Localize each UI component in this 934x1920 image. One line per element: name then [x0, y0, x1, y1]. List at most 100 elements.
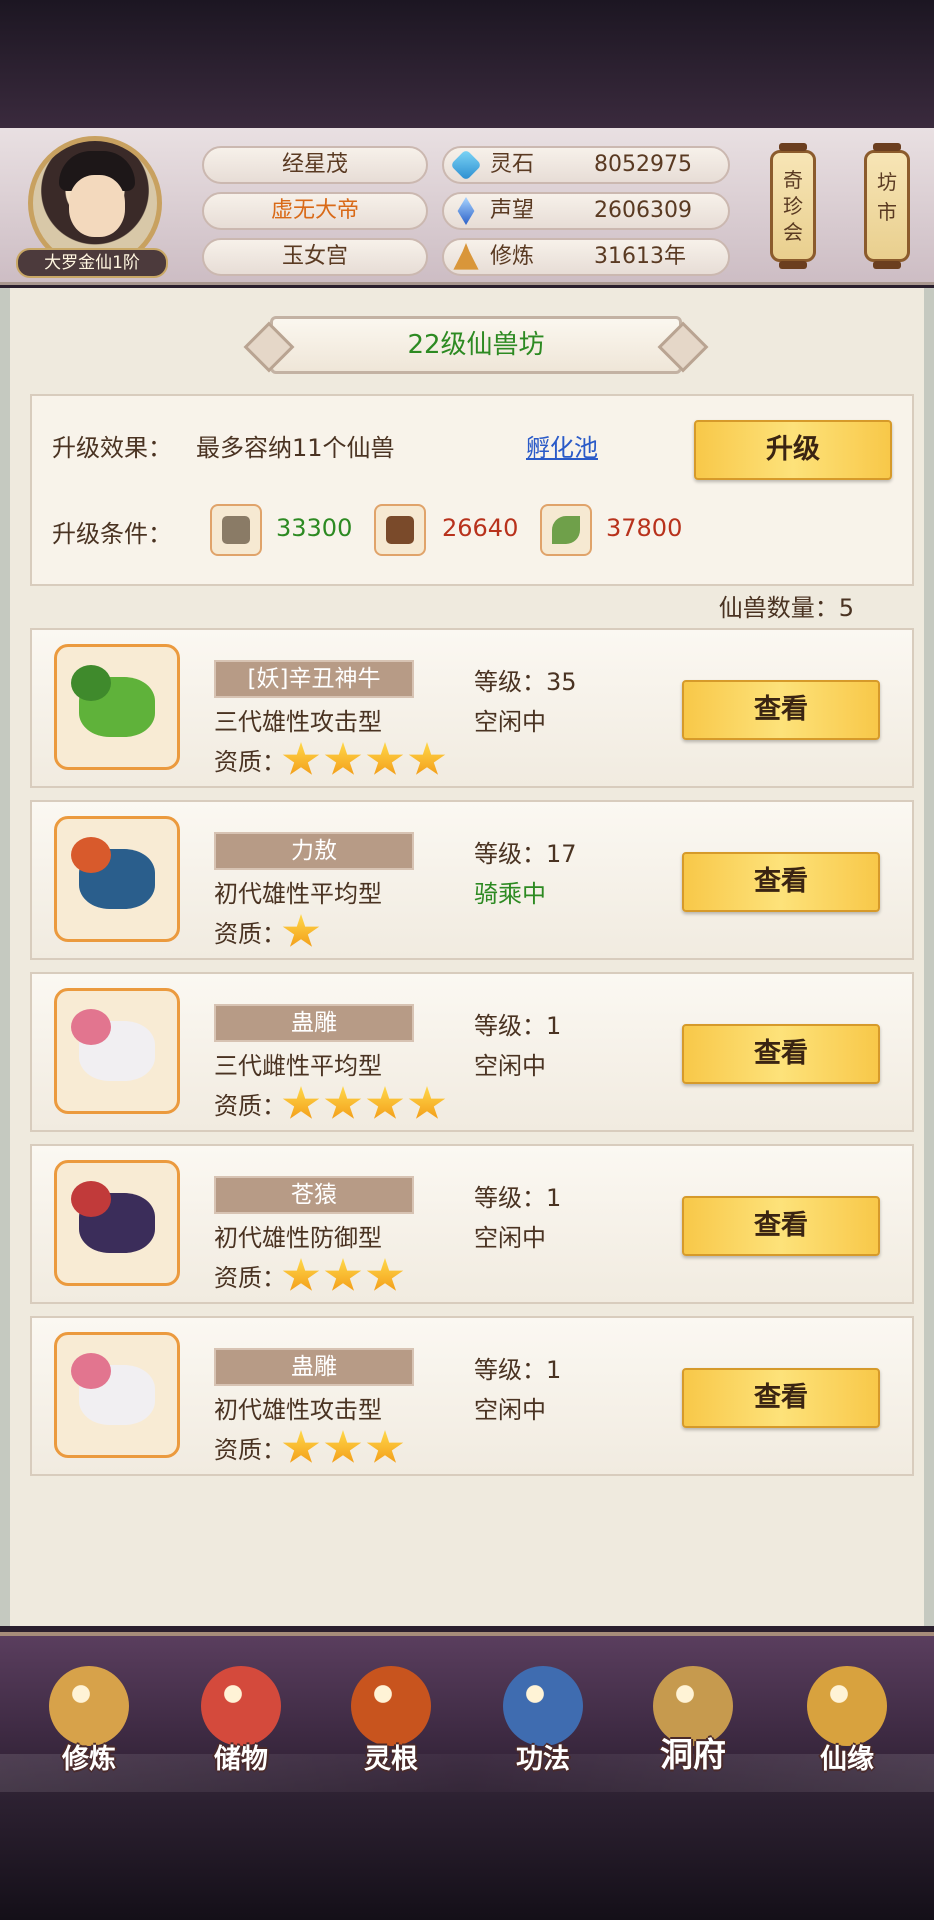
nav-label: 仙缘 [820, 1744, 874, 1775]
cultivate-icon [49, 1666, 129, 1746]
star-icon [408, 742, 446, 775]
upgrade-condition-label: 升级条件： [52, 520, 172, 548]
ore-icon [210, 504, 262, 556]
beast-card: 蛊雕 初代雄性攻击型 资质： 等级：1 空闲中 查看 [30, 1316, 914, 1476]
view-button[interactable]: 查看 [682, 1368, 880, 1428]
quality-stars [282, 1086, 450, 1122]
beast-status: 骑乘中 [474, 880, 546, 908]
view-button[interactable]: 查看 [682, 852, 880, 912]
treasure-fair-button[interactable]: 奇珍会 [770, 143, 816, 269]
quality-stars [282, 742, 450, 778]
quality-label: 资质： [214, 920, 286, 948]
herb-icon [540, 504, 592, 556]
bottom-spacer [0, 1792, 934, 1920]
gourd-icon [807, 1666, 887, 1746]
star-icon [282, 1430, 320, 1463]
quality-stars [282, 914, 324, 950]
beast-name: [妖]辛丑神牛 [214, 660, 414, 698]
beast-description: 初代雄性平均型 [214, 880, 382, 908]
market-button[interactable]: 坊市 [864, 143, 910, 269]
star-icon [366, 1430, 404, 1463]
beast-name: 蛊雕 [214, 1004, 414, 1042]
quality-stars [282, 1430, 408, 1466]
view-button[interactable]: 查看 [682, 680, 880, 740]
nav-cave-palace[interactable]: 洞府 [628, 1646, 758, 1786]
upgrade-effect-text: 最多容纳11个仙兽 [196, 434, 395, 462]
beast-name: 蛊雕 [214, 1348, 414, 1386]
stat-label: 声望 [490, 198, 535, 223]
beast-status: 空闲中 [474, 708, 546, 736]
page-title: 22级仙兽坊 [270, 316, 682, 374]
beast-status: 空闲中 [474, 1396, 546, 1424]
beast-level: 等级：1 [474, 1356, 562, 1384]
beast-level: 等级：35 [474, 668, 577, 696]
technique-book-icon [503, 1666, 583, 1746]
beast-status: 空闲中 [474, 1052, 546, 1080]
quality-label: 资质： [214, 748, 286, 776]
nav-label: 储物 [214, 1744, 268, 1775]
beast-name: 苍猿 [214, 1176, 414, 1214]
star-icon [282, 1086, 320, 1119]
stat-value: 2606309 [594, 198, 692, 223]
beast-description: 三代雄性攻击型 [214, 708, 382, 736]
beast-name: 力敖 [214, 832, 414, 870]
hatching-pool-link[interactable]: 孵化池 [526, 428, 598, 463]
nav-label: 灵根 [364, 1744, 418, 1775]
treasure-fair-label: 奇珍会 [783, 168, 803, 244]
beast-description: 初代雄性攻击型 [214, 1396, 382, 1424]
quality-stars [282, 1258, 408, 1294]
material-amount: 37800 [606, 514, 683, 542]
nav-spirit-root[interactable]: 灵根 [326, 1646, 456, 1786]
view-button[interactable]: 查看 [682, 1196, 880, 1256]
beast-workshop-panel: 22级仙兽坊 升级效果： 最多容纳11个仙兽 孵化池 升级 升级条件： 3330… [0, 288, 934, 1626]
quality-label: 资质： [214, 1092, 286, 1120]
star-icon [282, 1258, 320, 1291]
beast-status: 空闲中 [474, 1224, 546, 1252]
stat-cultivation: 修炼 31613年 [442, 238, 730, 276]
nav-label: 洞府 [660, 1735, 726, 1774]
nav-label: 修炼 [62, 1744, 116, 1775]
beast-card: 力敖 初代雄性平均型 资质： 等级：17 骑乘中 查看 [30, 800, 914, 960]
top-bar [0, 0, 934, 128]
dark-beast-icon[interactable] [54, 1160, 180, 1286]
white-bird-icon[interactable] [54, 1332, 180, 1458]
nav-label: 功法 [516, 1744, 570, 1775]
spirit-root-icon [351, 1666, 431, 1746]
stat-value: 8052975 [594, 152, 692, 177]
qilin-icon[interactable] [54, 816, 180, 942]
beast-card: [妖]辛丑神牛 三代雄性攻击型 资质： 等级：35 空闲中 查看 [30, 628, 914, 788]
star-icon [324, 1086, 362, 1119]
nav-storage[interactable]: 储物 [176, 1646, 306, 1786]
player-name: 经星茂 [202, 146, 428, 184]
beast-card: 蛊雕 三代雌性平均型 资质： 等级：1 空闲中 查看 [30, 972, 914, 1132]
stat-label: 灵石 [490, 152, 535, 177]
reputation-crystal-icon [457, 197, 475, 225]
star-icon [282, 742, 320, 775]
bottom-nav: 修炼 储物 灵根 功法 洞府 仙缘 [0, 1632, 934, 1792]
spirit-stone-icon [450, 149, 482, 181]
player-sect: 玉女宫 [202, 238, 428, 276]
stat-reputation: 声望 2606309 [442, 192, 730, 230]
beast-description: 初代雄性防御型 [214, 1224, 382, 1252]
market-label: 坊市 [877, 170, 897, 224]
star-icon [324, 1430, 362, 1463]
stat-value: 31613年 [594, 244, 686, 269]
star-icon [366, 1258, 404, 1291]
wood-icon [374, 504, 426, 556]
green-ox-icon[interactable] [54, 644, 180, 770]
nav-cultivate[interactable]: 修炼 [24, 1646, 154, 1786]
quality-label: 资质： [214, 1264, 286, 1292]
white-bird-icon[interactable] [54, 988, 180, 1114]
avatar-face [69, 175, 125, 237]
nav-technique[interactable]: 功法 [478, 1646, 608, 1786]
upgrade-panel: 升级效果： 最多容纳11个仙兽 孵化池 升级 升级条件： 33300 26640… [30, 394, 914, 586]
nav-fate[interactable]: 仙缘 [782, 1646, 912, 1786]
stat-label: 修炼 [490, 244, 535, 269]
star-icon [366, 742, 404, 775]
upgrade-button[interactable]: 升级 [694, 420, 892, 480]
beast-level: 等级：1 [474, 1184, 562, 1212]
view-button[interactable]: 查看 [682, 1024, 880, 1084]
star-icon [408, 1086, 446, 1119]
star-icon [324, 1258, 362, 1291]
star-icon [282, 914, 320, 947]
